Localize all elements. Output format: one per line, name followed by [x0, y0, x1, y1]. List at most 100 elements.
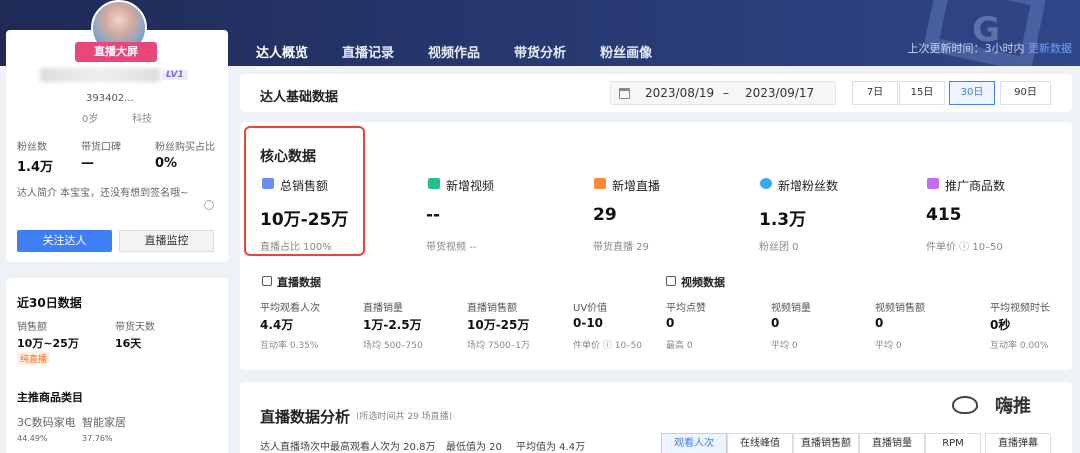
- avg-views-sub: 互动率 0.35%: [260, 341, 319, 351]
- live-data-title: 直播数据: [277, 276, 321, 289]
- live-screen-badge[interactable]: 直播大屏: [75, 42, 157, 62]
- date-end: 2023/09/17: [745, 86, 815, 100]
- category-2-name: 智能家居: [82, 416, 126, 429]
- live-volume-label: 直播销量: [363, 303, 403, 314]
- metric-products-label: 推广商品数: [945, 179, 1006, 193]
- live-sales-sub: 场均 7500–1万: [467, 341, 530, 351]
- video-sales-value: 0: [875, 316, 884, 330]
- tab-videos[interactable]: 视频作品: [428, 42, 480, 70]
- tab-fan-profile[interactable]: 粉丝画像: [600, 42, 652, 70]
- seg-rpm-button[interactable]: RPM: [925, 433, 981, 453]
- analysis-note-min: 最低值为 20: [446, 442, 502, 453]
- metric-products-sub: 件单价 ⓘ 10–50: [926, 242, 1003, 253]
- profile-intro: 达人简介 本宝宝，还没有想到签名哦~: [17, 188, 189, 199]
- fans-value: 1.4万: [17, 160, 54, 175]
- follow-button[interactable]: 关注达人: [17, 230, 112, 252]
- tab-live-records[interactable]: 直播记录: [342, 42, 394, 70]
- video-volume-value: 0: [771, 316, 780, 330]
- update-time: 上次更新时间：3小时内: [907, 42, 1025, 55]
- uv-value-sub: 件单价 ⓘ 10–50: [573, 341, 643, 351]
- live-badge-label: 直播大屏: [94, 45, 138, 58]
- uv-value-label: UV价值: [573, 303, 608, 314]
- recent-sales-value: 10万~25万: [17, 337, 79, 350]
- avg-views-label: 平均观看人次: [260, 303, 320, 314]
- category: 科技: [132, 114, 152, 125]
- uv-value-value: 0-10: [573, 316, 604, 330]
- metric-products-value: 415: [926, 205, 962, 225]
- category-1-pct: 44.49%: [17, 434, 48, 443]
- date-range-picker[interactable]: 2023/08/19 – 2023/09/17: [610, 81, 836, 105]
- seg-views-button[interactable]: 观看人次: [661, 433, 727, 453]
- blurred-username: [40, 68, 160, 82]
- calendar-icon: [619, 88, 630, 99]
- avg-duration-label: 平均视频时长: [990, 303, 1050, 314]
- range-90d-button[interactable]: 90日: [1000, 81, 1051, 105]
- live-sales-value: 10万-25万: [467, 318, 530, 332]
- category-1-name: 3C数码家电: [17, 416, 76, 429]
- recent-days-value: 16天: [115, 337, 142, 350]
- metric-live-sub: 带货直播 29: [593, 242, 649, 253]
- live-volume-sub: 场均 500–750: [363, 341, 423, 351]
- tab-sales-analysis[interactable]: 带货分析: [514, 42, 566, 70]
- metric-fans-sub: 粉丝团 0: [759, 242, 799, 253]
- tab-overview[interactable]: 达人概览: [256, 42, 309, 70]
- live-monitor-button[interactable]: 直播监控: [119, 230, 214, 252]
- user-id: 393402...: [86, 93, 134, 104]
- avg-likes-value: 0: [666, 316, 675, 330]
- core-data-title: 核心数据: [260, 149, 316, 165]
- video-sales-label: 视频销售额: [875, 303, 925, 314]
- sales-icon: [262, 178, 274, 189]
- metric-fans-value: 1.3万: [759, 210, 807, 230]
- metric-live-label: 新增直播: [612, 179, 661, 193]
- main-category-title: 主推商品类目: [17, 391, 83, 404]
- seg-volume-button[interactable]: 直播销量: [859, 433, 925, 453]
- avg-likes-label: 平均点赞: [666, 303, 706, 314]
- live-volume-value: 1万-2.5万: [363, 318, 422, 332]
- date-separator: –: [723, 86, 729, 100]
- seg-peak-button[interactable]: 在线峰值: [727, 433, 793, 453]
- metric-video-value: --: [426, 205, 441, 225]
- seg-sales-button[interactable]: 直播销售额: [793, 433, 859, 453]
- analysis-note-avg: 平均值为 4.4万: [516, 442, 586, 453]
- fan-purchase-label: 粉丝购买占比: [155, 142, 215, 153]
- analysis-note-max: 达人直播场次中最高观看人次为 20.8万: [260, 442, 436, 453]
- date-start: 2023/08/19: [645, 86, 715, 100]
- main-tabs: 达人概览 直播记录 视频作品 带货分析 粉丝画像: [256, 42, 686, 70]
- level-badge: LV1: [162, 70, 188, 80]
- live-analysis-subtitle: (所选时间共 29 场直播): [356, 412, 453, 422]
- metric-sales-sub: 直播占比 100%: [260, 242, 332, 253]
- metric-sales-value: 10万-25万: [260, 210, 349, 230]
- recent-title: 近30日数据: [17, 296, 82, 310]
- metric-sales-label: 总销售额: [280, 179, 329, 193]
- watermark-text: 嗨推: [995, 396, 1031, 417]
- live-icon: [594, 178, 606, 189]
- video-icon: [428, 178, 440, 189]
- range-7d-button[interactable]: 7日: [852, 81, 898, 105]
- avg-duration-value: 0秒: [990, 318, 1011, 332]
- category-2-pct: 37.76%: [82, 434, 113, 443]
- fans-label: 粉丝数: [17, 142, 47, 153]
- metric-video-label: 新增视频: [446, 179, 495, 193]
- update-data-link[interactable]: 更新数据: [1028, 42, 1072, 55]
- pure-live-tag: 纯直播: [17, 352, 51, 365]
- range-30d-button[interactable]: 30日: [949, 81, 995, 105]
- more-icon[interactable]: [204, 200, 214, 210]
- recent-sales-label: 销售额: [17, 322, 47, 333]
- update-info: 上次更新时间：3小时内 更新数据: [908, 40, 1073, 56]
- reputation-label: 带货口碑: [81, 142, 121, 153]
- video-volume-sub: 平均 0: [771, 341, 798, 351]
- metric-live-value: 29: [593, 205, 617, 225]
- age: 0岁: [82, 114, 99, 125]
- live-data-icon: [262, 276, 272, 286]
- live-sales-label: 直播销售额: [467, 303, 517, 314]
- video-volume-label: 视频销量: [771, 303, 811, 314]
- fans-icon: [760, 178, 772, 189]
- metric-fans-label: 新增粉丝数: [778, 179, 839, 193]
- seg-comments-button[interactable]: 直播弹幕: [985, 433, 1051, 453]
- avg-likes-sub: 最高 0: [666, 341, 693, 351]
- avg-views-value: 4.4万: [260, 318, 294, 332]
- video-data-icon: [666, 276, 676, 286]
- video-sales-sub: 平均 0: [875, 341, 902, 351]
- wechat-watermark-icon: [952, 396, 978, 414]
- range-15d-button[interactable]: 15日: [899, 81, 945, 105]
